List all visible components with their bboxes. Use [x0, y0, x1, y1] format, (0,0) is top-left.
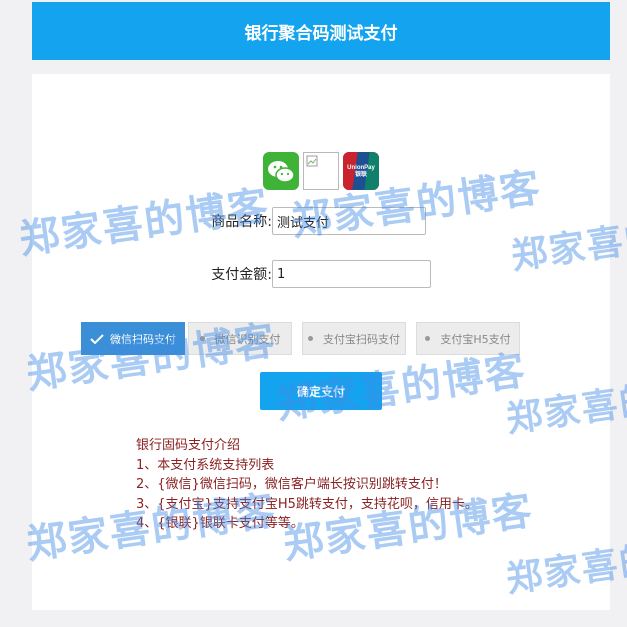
pay-option-label: 微信扫码支付 — [110, 332, 176, 346]
amount-label: 支付金额: — [211, 267, 272, 283]
amount-input[interactable] — [272, 260, 431, 288]
intro-line: 3、{支付宝}支持支付宝H5跳转支付，支持花呗，信用卡。 — [136, 496, 478, 512]
confirm-pay-button[interactable]: 确定支付 — [260, 372, 382, 410]
pay-option-label: 支付宝H5支付 — [440, 332, 511, 346]
pay-option-wechat-identify[interactable]: 微信识别支付 — [188, 322, 292, 355]
amount-row: 支付金额: — [210, 260, 431, 288]
unionpay-icon: UnionPay 银联 — [343, 152, 379, 190]
card-scalloped-edge — [32, 602, 610, 616]
broken-image-icon — [303, 152, 339, 190]
intro-line: 4、{银联}银联卡支付等等。 — [136, 516, 304, 531]
page-title: 银行聚合码测试支付 — [244, 23, 398, 44]
product-name-input[interactable] — [272, 207, 426, 235]
payment-intro: 银行固码支付介绍 1、本支付系统支持列表 2、{微信}微信扫码，微信客户端长按识… — [136, 436, 478, 534]
wechat-pay-icon — [263, 152, 299, 190]
pay-option-alipay-scan[interactable]: 支付宝扫码支付 — [302, 322, 406, 355]
radio-dot-icon — [425, 336, 431, 341]
pay-option-alipay-h5[interactable]: 支付宝H5支付 — [416, 322, 520, 355]
pay-option-label: 微信识别支付 — [214, 332, 281, 346]
radio-dot-icon — [199, 336, 205, 341]
page-root: 银行聚合码测试支付 UnionPay 银联 商品名称: 测试支付 支付金额: 1… — [0, 0, 627, 627]
check-icon — [90, 333, 104, 344]
unionpay-logo-text: UnionPay — [347, 165, 375, 171]
pay-option-label: 支付宝扫码支付 — [323, 332, 400, 346]
unionpay-logo-text-cn: 银联 — [354, 172, 367, 178]
page-header: 银行聚合码测试支付 — [32, 2, 610, 60]
intro-line: 2、{微信}微信扫码，微信客户端长按识别跳转支付！ — [136, 477, 447, 492]
intro-title: 银行固码支付介绍 — [136, 438, 241, 453]
product-name-label: 商品名称: — [211, 214, 272, 230]
intro-line: 1、本支付系统支持列表 — [136, 457, 275, 473]
product-name-row: 商品名称: — [210, 207, 426, 235]
payment-logos: UnionPay 银联 — [263, 152, 379, 190]
radio-dot-icon — [308, 336, 313, 341]
pay-option-wechat-scan[interactable]: 微信扫码支付 — [81, 322, 185, 355]
